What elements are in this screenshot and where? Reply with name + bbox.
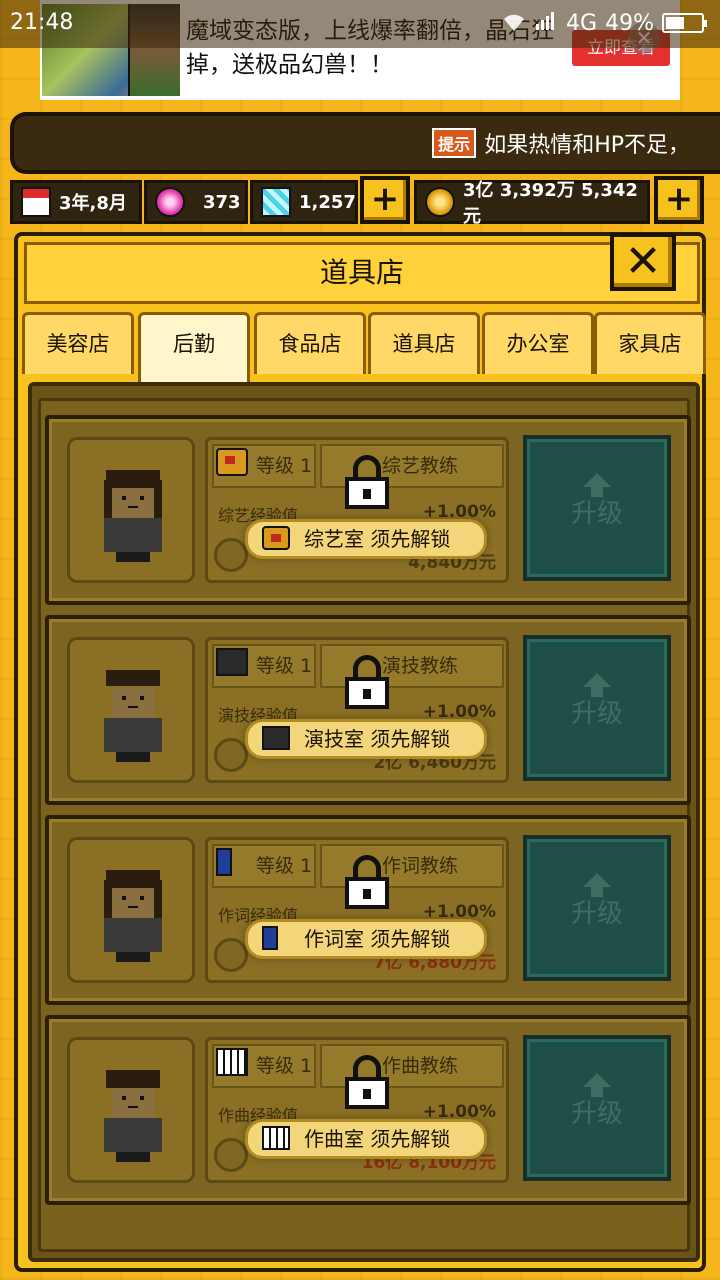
coach-card-lyrics: 等级 1 作词教练 作词经验值 +1.00% 7亿 6,880万元 升级 作词室…: [45, 815, 691, 1005]
money-display: 3亿 3,392万 5,342元: [414, 180, 650, 227]
battery-icon: [662, 13, 707, 33]
avatar: [100, 1070, 166, 1162]
lock-icon: [345, 655, 389, 711]
lock-icon: [345, 455, 389, 511]
tab-logistics[interactable]: 后勤: [138, 312, 250, 384]
upgrade-button[interactable]: 升级: [523, 635, 671, 781]
coin-icon: [214, 738, 248, 772]
shop-window: 道具店 ✕ 美容店 后勤 食品店 道具店 办公室 家具店 等级 1 综艺教练 综…: [14, 232, 706, 1272]
clock: 21:48: [10, 10, 74, 35]
upgrade-button[interactable]: 升级: [523, 435, 671, 581]
resource-bar: 3年,8月 373 1,257 + 3亿 3,392万 5,342元 +: [10, 176, 720, 227]
variety-icon: [216, 448, 248, 476]
status-bar: 21:48 4G 49%: [0, 0, 720, 48]
up-arrow-icon: [583, 1073, 611, 1097]
tip-text: 如果热情和HP不足，: [484, 133, 690, 158]
gem-icon: [155, 187, 185, 217]
close-icon[interactable]: ✕: [610, 233, 676, 291]
coach-portrait: [67, 837, 195, 983]
avatar: [100, 670, 166, 762]
up-arrow-icon: [583, 873, 611, 897]
coach-portrait: [67, 437, 195, 583]
card-list[interactable]: 等级 1 综艺教练 综艺经验值 +1.00% 4,840万元 升级 综艺室 须先…: [38, 398, 691, 1252]
avatar: [100, 870, 166, 962]
upgrade-button[interactable]: 升级: [523, 835, 671, 981]
lock-icon: [345, 855, 389, 911]
unlock-requirement: 作词室 须先解锁: [245, 919, 487, 959]
gem-value: 373: [203, 191, 241, 213]
variety-icon: [262, 526, 290, 550]
tip-bar: 提示 如果热情和HP不足，: [10, 112, 720, 174]
unlock-text: 作曲室 须先解锁: [304, 1127, 451, 1151]
tab-office[interactable]: 办公室: [482, 312, 594, 374]
upgrade-label: 升级: [570, 699, 623, 729]
unlock-requirement: 综艺室 须先解锁: [245, 519, 487, 559]
pen-icon: [262, 926, 278, 950]
unlock-text: 综艺室 须先解锁: [304, 527, 451, 551]
camera-icon: [216, 648, 248, 676]
calendar-icon: [21, 187, 51, 217]
add-diamond-button[interactable]: +: [360, 176, 410, 224]
coin-icon: [214, 938, 248, 972]
coach-card-variety: 等级 1 综艺教练 综艺经验值 +1.00% 4,840万元 升级 综艺室 须先…: [45, 415, 691, 605]
tab-food[interactable]: 食品店: [254, 312, 366, 374]
lock-icon: [345, 1055, 389, 1111]
wifi-icon: [502, 13, 526, 33]
pen-icon: [216, 848, 232, 876]
unlock-text: 演技室 须先解锁: [304, 727, 451, 751]
signal-icon: [534, 10, 558, 36]
tab-items[interactable]: 道具店: [368, 312, 480, 374]
unlock-requirement: 演技室 须先解锁: [245, 719, 487, 759]
gem-display: 373: [144, 180, 248, 224]
diamond-display: 1,257: [250, 180, 358, 224]
upgrade-label: 升级: [570, 899, 623, 929]
coach-portrait: [67, 637, 195, 783]
coin-icon: [425, 187, 455, 217]
unlock-text: 作词室 须先解锁: [304, 927, 451, 951]
piano-icon: [262, 1126, 290, 1150]
content-panel: 等级 1 综艺教练 综艺经验值 +1.00% 4,840万元 升级 综艺室 须先…: [28, 382, 700, 1262]
coach-card-acting: 等级 1 演技教练 演技经验值 +1.00% 2亿 6,460万元 升级 演技室…: [45, 615, 691, 805]
diamond-icon: [261, 187, 291, 217]
network-type: 4G: [566, 10, 598, 36]
coach-card-composing: 等级 1 作曲教练 作曲经验值 +1.00% 16亿 8,100万元 升级 作曲…: [45, 1015, 691, 1205]
coin-icon: [214, 1138, 248, 1172]
date-value: 3年,8月: [59, 193, 127, 214]
unlock-requirement: 作曲室 须先解锁: [245, 1119, 487, 1159]
tab-furniture[interactable]: 家具店: [594, 312, 706, 374]
coin-icon: [214, 538, 248, 572]
date-display: 3年,8月: [10, 180, 142, 224]
money-value: 3亿 3,392万 5,342元: [463, 180, 638, 227]
diamond-value: 1,257: [299, 191, 356, 213]
coach-portrait: [67, 1037, 195, 1183]
piano-icon: [216, 1048, 248, 1076]
tab-beauty[interactable]: 美容店: [22, 312, 134, 374]
up-arrow-icon: [583, 673, 611, 697]
camera-icon: [262, 726, 290, 750]
window-title: 道具店: [24, 242, 700, 304]
tip-badge: 提示: [432, 128, 477, 158]
upgrade-label: 升级: [570, 499, 623, 529]
up-arrow-icon: [583, 473, 611, 497]
add-money-button[interactable]: +: [654, 176, 704, 224]
battery-percent: 49%: [605, 10, 654, 36]
tab-bar: 美容店 后勤 食品店 道具店 办公室 家具店: [22, 312, 706, 384]
upgrade-button[interactable]: 升级: [523, 1035, 671, 1181]
avatar: [100, 470, 166, 562]
upgrade-label: 升级: [570, 1099, 623, 1129]
